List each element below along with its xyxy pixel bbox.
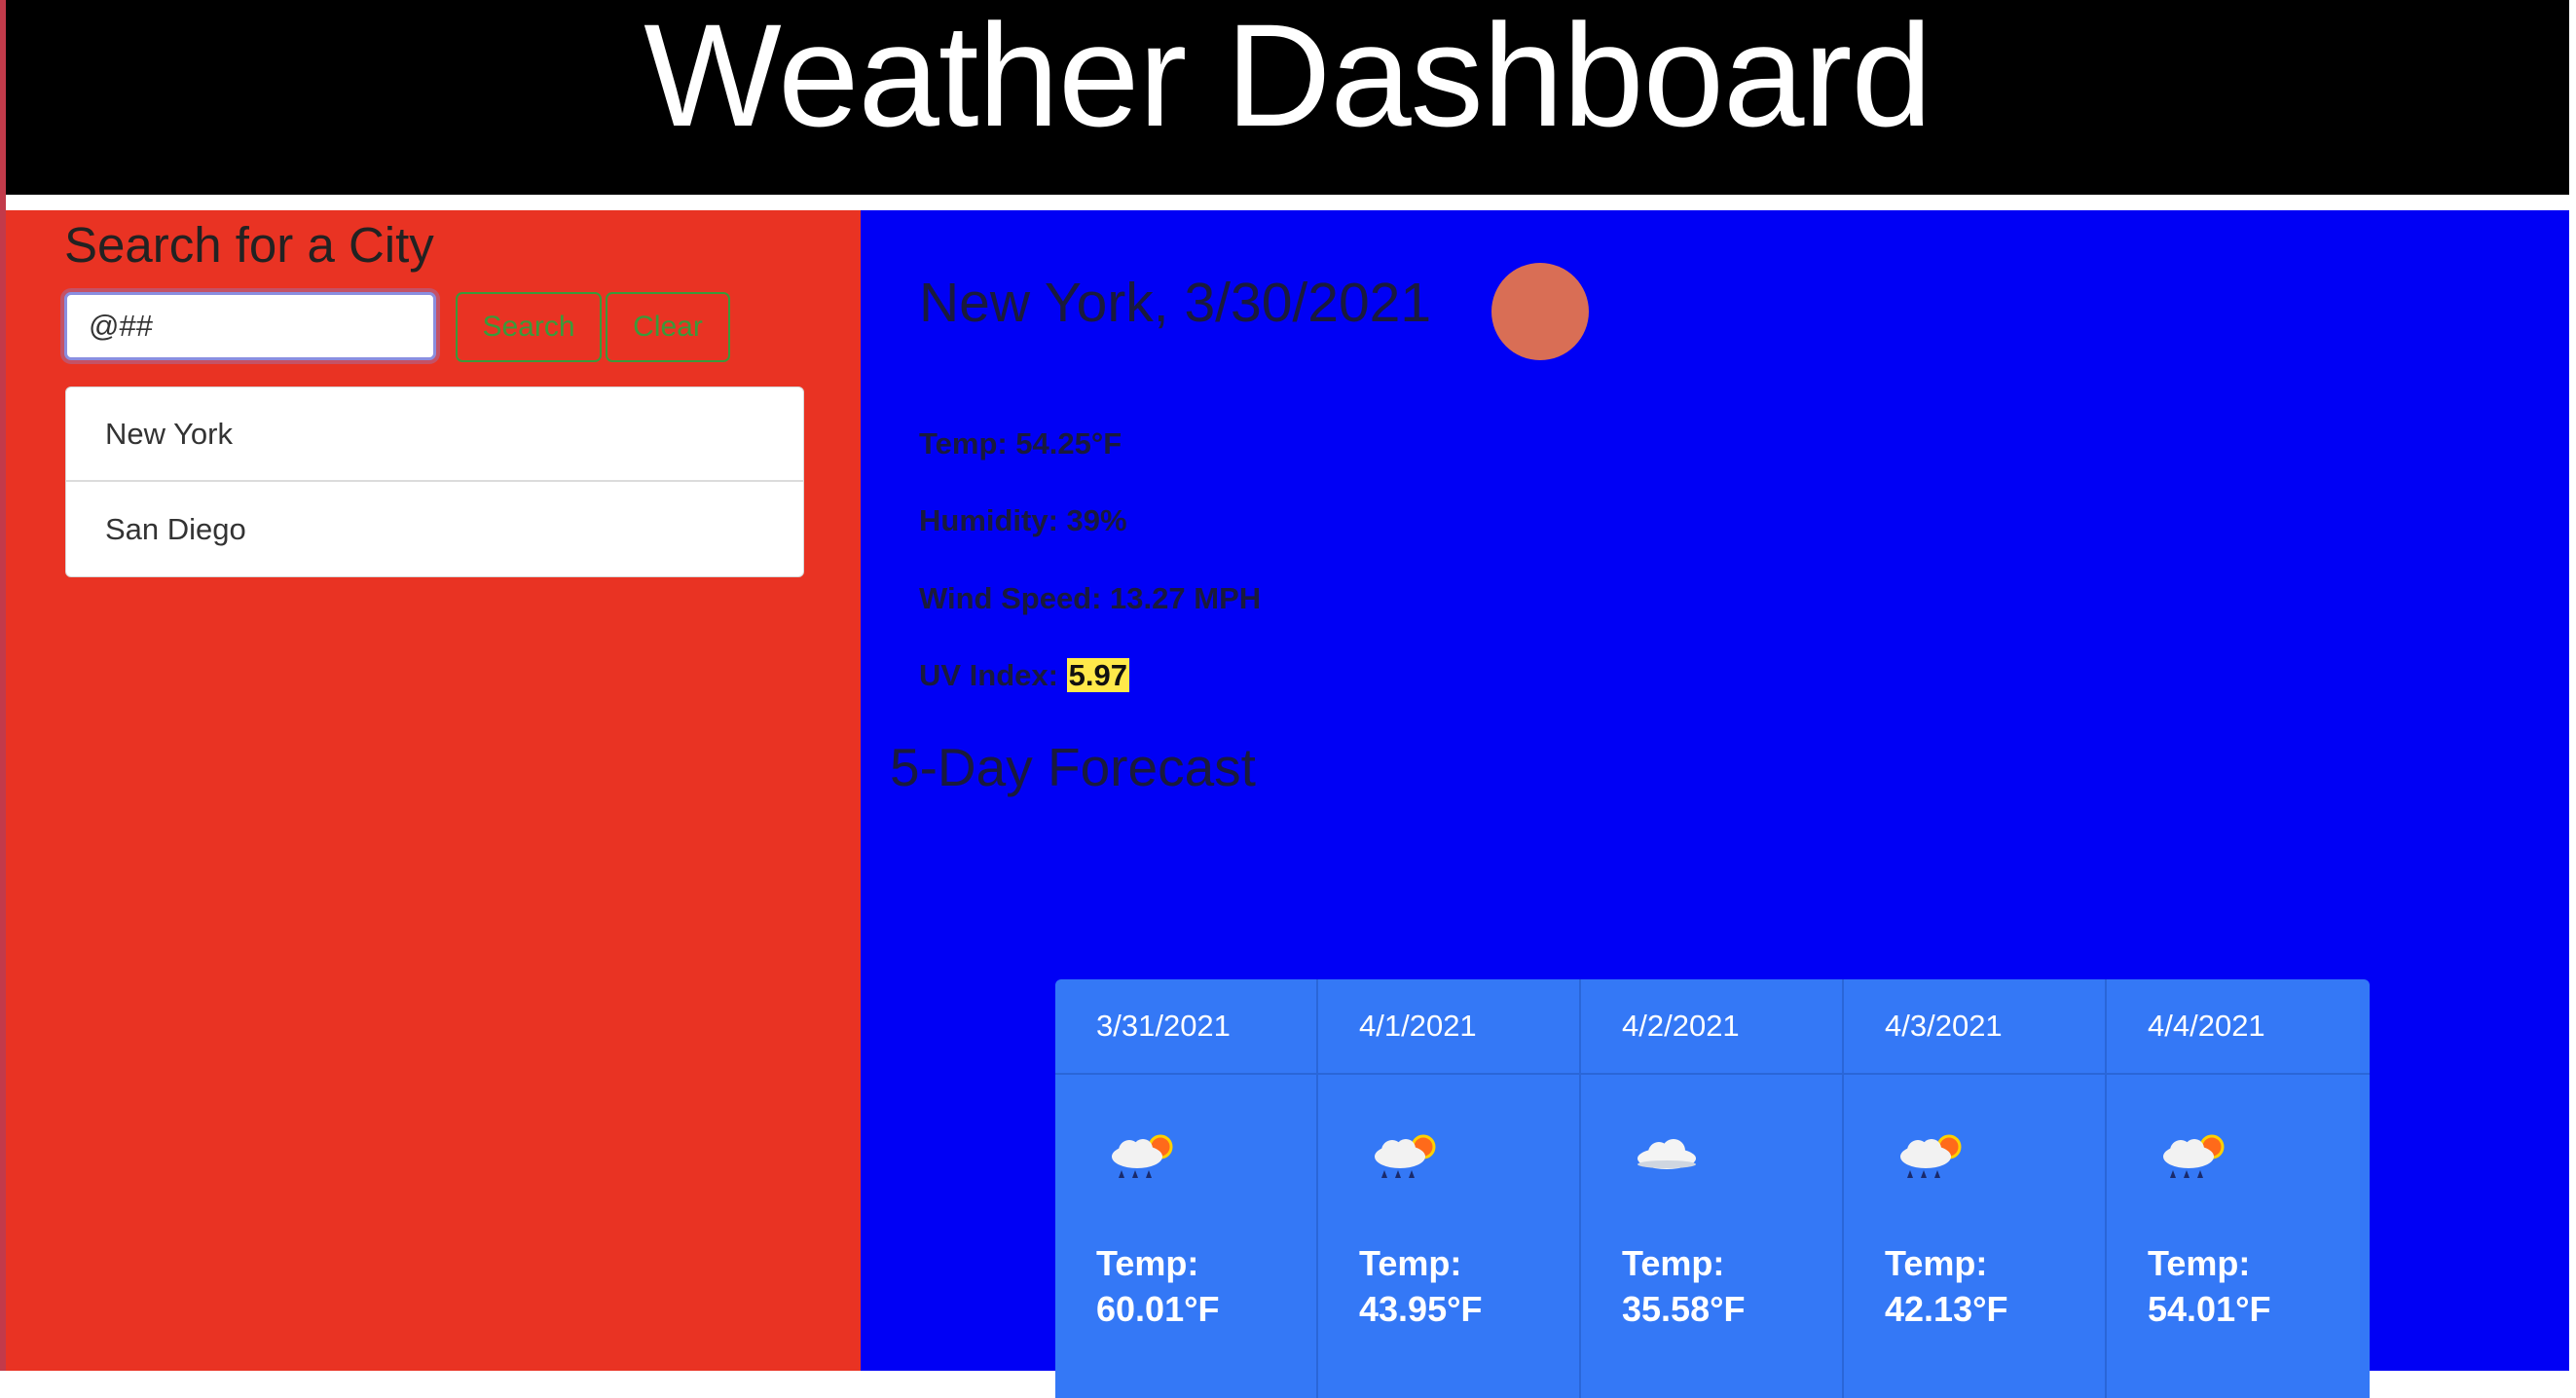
forecast-temp-label: Temp: <box>1885 1243 1988 1283</box>
weather-main: New York, 3/30/2021 Temp: 54.25°F Humidi… <box>861 210 2569 1398</box>
rain-sun-icon <box>1900 1134 1962 1178</box>
forecast-card: 4/1/2021 Temp: 43.95°F <box>1318 979 1581 1398</box>
current-city-title: New York, 3/30/2021 <box>919 272 1432 334</box>
page: Weather Dashboard Search for a City Sear… <box>0 0 2576 1398</box>
cloud-icon <box>1638 1139 1696 1169</box>
page-header: Weather Dashboard <box>6 0 2569 195</box>
forecast-temp: Temp: 35.58°F <box>1622 1240 1745 1332</box>
rain-sun-icon <box>1375 1134 1436 1178</box>
city-search-input[interactable] <box>64 292 436 360</box>
forecast-temp-label: Temp: <box>1096 1243 1199 1283</box>
forecast-card: 3/31/2021 Temp: 60.01°F <box>1055 979 1318 1398</box>
header-divider <box>6 195 2569 210</box>
rain-sun-icon <box>1112 1134 1173 1178</box>
uv-index-label: UV Index: <box>919 658 1067 692</box>
forecast-date: 3/31/2021 <box>1055 979 1316 1075</box>
current-temp: Temp: 54.25°F <box>919 426 1122 460</box>
clear-button[interactable]: Clear <box>606 292 730 362</box>
current-wind-speed: Wind Speed: 13.27 MPH <box>919 581 1262 615</box>
forecast-temp-value: 60.01°F <box>1096 1289 1220 1329</box>
city-history-list: New York San Diego <box>65 386 804 577</box>
forecast-temp-value: 43.95°F <box>1359 1289 1483 1329</box>
forecast-card: 4/4/2021 Temp: 54.01°F <box>2107 979 2370 1398</box>
search-sidebar: Search for a City Search Clear New York … <box>6 210 861 1371</box>
forecast-date: 4/3/2021 <box>1844 979 2105 1075</box>
current-uv-index: UV Index: 5.97 <box>919 658 1129 693</box>
forecast-temp: Temp: 43.95°F <box>1359 1240 1482 1332</box>
forecast-date: 4/4/2021 <box>2107 979 2370 1075</box>
search-heading: Search for a City <box>64 217 434 273</box>
search-button[interactable]: Search <box>456 292 602 362</box>
forecast-temp-label: Temp: <box>1622 1243 1725 1283</box>
forecast-cards: 3/31/2021 Temp: 60.01°F 4/1/2021 Temp: 4… <box>1055 979 2370 1398</box>
forecast-temp-value: 42.13°F <box>1885 1289 2008 1329</box>
forecast-temp-label: Temp: <box>1359 1243 1462 1283</box>
forecast-temp-value: 35.58°F <box>1622 1289 1746 1329</box>
page-title: Weather Dashboard <box>644 0 1932 157</box>
city-item-san-diego[interactable]: San Diego <box>66 482 803 576</box>
forecast-temp: Temp: 42.13°F <box>1885 1240 2007 1332</box>
forecast-temp: Temp: 60.01°F <box>1096 1240 1219 1332</box>
forecast-date: 4/1/2021 <box>1318 979 1579 1075</box>
forecast-temp-value: 54.01°F <box>2148 1289 2271 1329</box>
rain-sun-icon <box>2163 1134 2225 1178</box>
forecast-date: 4/2/2021 <box>1581 979 1842 1075</box>
forecast-title: 5-Day Forecast <box>890 737 1256 797</box>
uv-index-badge: 5.97 <box>1066 658 1129 692</box>
weather-icon <box>1491 263 1589 360</box>
forecast-card: 4/2/2021 Temp: 35.58°F <box>1581 979 1844 1398</box>
forecast-card: 4/3/2021 Temp: 42.13°F <box>1844 979 2107 1398</box>
current-humidity: Humidity: 39% <box>919 503 1127 537</box>
forecast-temp: Temp: 54.01°F <box>2148 1240 2270 1332</box>
city-item-new-york[interactable]: New York <box>66 387 803 482</box>
forecast-temp-label: Temp: <box>2148 1243 2251 1283</box>
